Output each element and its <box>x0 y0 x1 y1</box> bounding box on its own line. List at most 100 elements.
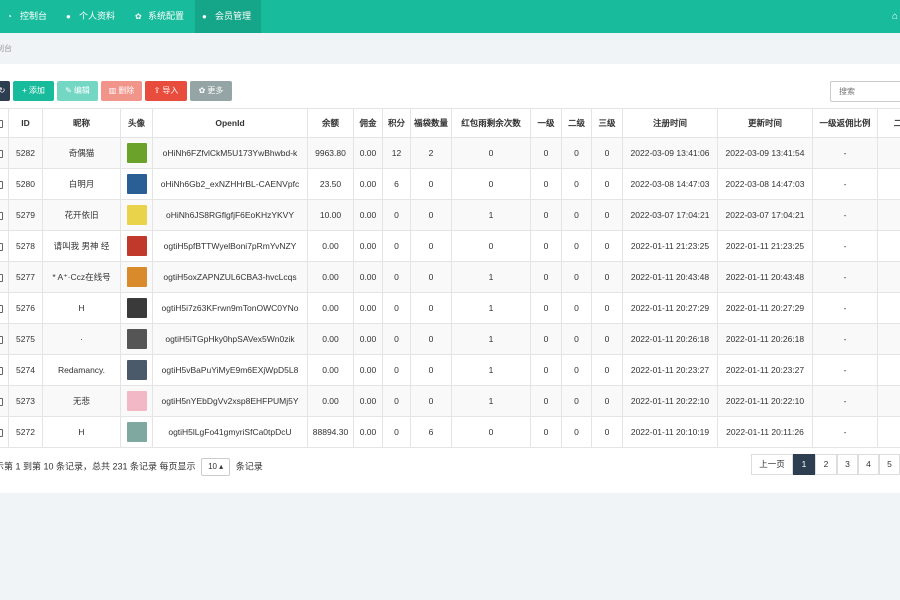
avatar-cell <box>120 261 153 293</box>
refresh-icon: ↻ <box>0 86 6 95</box>
cell-l1: 0 <box>530 385 562 417</box>
table-row[interactable]: 5282 奇偶猫 oHiNh6FZfvlCkM5U173YwBhwbd-k 9963.… <box>0 137 900 169</box>
column-header[interactable]: 更新时间 <box>717 108 813 138</box>
cell-ratio: - <box>812 137 878 169</box>
row-checkbox[interactable] <box>0 397 3 406</box>
row-checkbox[interactable] <box>0 211 3 220</box>
row-select-cell[interactable] <box>0 385 9 417</box>
tab-system-config[interactable]: ✿ 系统配置 <box>128 0 194 33</box>
home-icon[interactable]: ⌂ <box>892 0 898 33</box>
cell-id: 5277 <box>8 261 43 293</box>
column-header[interactable]: 红包雨剩余次数 <box>451 108 531 138</box>
row-select-cell[interactable] <box>0 261 9 293</box>
table-row[interactable]: 5279 花开依旧 oHiNh6JS8RGflgfjF6EoKHzYKVY 10.00… <box>0 199 900 231</box>
cell-balance: 23.50 <box>307 168 354 200</box>
row-checkbox[interactable] <box>0 273 3 282</box>
column-header[interactable]: 三级 <box>591 108 623 138</box>
cell-bags: 0 <box>410 261 452 293</box>
page-5-button[interactable]: 5 <box>879 454 900 475</box>
table-row[interactable]: 5274 Redamancy. ogtiH5vBaPuYiMyE9m6EXjWpD5… <box>0 354 900 386</box>
cell-commission: 0.00 <box>353 354 383 386</box>
tab-member-management[interactable]: ● 会员管理 <box>195 0 261 33</box>
gear-icon: ✿ <box>198 86 206 95</box>
row-select-cell[interactable] <box>0 199 9 231</box>
search-input[interactable] <box>830 81 900 102</box>
tab-profile[interactable]: ● 个人资料 <box>59 0 120 33</box>
page-1-button[interactable]: 1 <box>793 454 815 475</box>
cell-upd: 2022-01-11 20:22:10 <box>717 385 813 417</box>
cell-upd: 2022-03-08 14:47:03 <box>717 168 813 200</box>
cell-balance: 0.00 <box>307 354 354 386</box>
avatar[interactable] <box>126 422 147 442</box>
column-header[interactable]: 余额 <box>307 108 354 138</box>
avatar[interactable] <box>126 298 147 318</box>
import-button[interactable]: ⇪ 导入 <box>145 81 187 101</box>
table-row[interactable]: 5275 · ogtiH5iTGpHky0hpSAVex5Wn0zik 0.00 0.0… <box>0 323 900 355</box>
column-header[interactable]: 昵称 <box>42 108 121 138</box>
cell-id: 5282 <box>8 137 43 169</box>
table-row[interactable]: 5276 HogtiH5i7z63KFrwn9mTonOWC0YNo 0.00 0.0… <box>0 292 900 324</box>
column-header[interactable]: 注册时间 <box>622 108 718 138</box>
avatar[interactable] <box>126 391 147 411</box>
cell-upd: 2022-01-11 20:43:48 <box>717 261 813 293</box>
cell-reg: 2022-01-11 20:10:19 <box>622 416 718 448</box>
column-header[interactable]: ID <box>8 108 43 138</box>
table-row[interactable]: 5277 * A⁺·Ccz在线号 ogtiH5oxZAPNZUL6CBA3-hvcL… <box>0 261 900 293</box>
column-header[interactable]: OpenId <box>152 108 308 138</box>
delete-button[interactable]: ▥ 删除 <box>101 81 142 101</box>
row-select-cell[interactable] <box>0 416 9 448</box>
table-row[interactable]: 5278 请叫我 男神 经 ogtiH5pfBTTWyelBoni7pRmYvNZY… <box>0 230 900 262</box>
avatar[interactable] <box>126 267 147 287</box>
select-all-checkbox[interactable] <box>0 119 3 128</box>
column-header[interactable]: 一级 <box>530 108 562 138</box>
row-checkbox[interactable] <box>0 428 3 437</box>
avatar[interactable] <box>126 329 147 349</box>
tab-dashboard[interactable]: ◔ 控制台 <box>0 0 52 33</box>
refresh-button[interactable]: ↻ <box>0 81 10 101</box>
row-select-cell[interactable] <box>0 137 9 169</box>
row-checkbox[interactable] <box>0 149 3 158</box>
page-size-select[interactable]: 10 ▴ <box>201 458 231 476</box>
row-checkbox[interactable] <box>0 335 3 344</box>
cell-openid: oHiNh6JS8RGflgfjF6EoKHzYKVY <box>152 199 308 231</box>
column-header[interactable]: 佣金 <box>353 108 383 138</box>
row-checkbox[interactable] <box>0 366 3 375</box>
more-button[interactable]: ✿ 更多 <box>190 81 232 101</box>
row-select-cell[interactable] <box>0 168 9 200</box>
column-header[interactable]: 福袋数量 <box>410 108 452 138</box>
avatar[interactable] <box>126 143 147 163</box>
pagination-info: 示第 1 到第 10 条记录，总共 231 条记录 每页显示 10 ▴ 条记录 <box>0 458 263 476</box>
cell-l2: 0 <box>561 416 592 448</box>
column-header[interactable]: 一级返佣比例 <box>812 108 878 138</box>
row-select-cell[interactable] <box>0 354 9 386</box>
avatar[interactable] <box>126 205 147 225</box>
table-row[interactable]: 5280 白明月 oHiNh6Gb2_exNZHHrBL-CAENVpfc 23.50… <box>0 168 900 200</box>
column-header[interactable]: 二级 <box>561 108 592 138</box>
cell-l2: 0 <box>561 354 592 386</box>
column-header[interactable]: 头像 <box>120 108 153 138</box>
row-checkbox[interactable] <box>0 180 3 189</box>
table-row[interactable]: 5272 HogtiH5lLgFo41gmyriSfCa0tpDcU 88894.3… <box>0 416 900 448</box>
row-checkbox[interactable] <box>0 304 3 313</box>
cell-openid: ogtiH5vBaPuYiMyE9m6EXjWpD5L8 <box>152 354 308 386</box>
add-button[interactable]: + 添加 <box>13 81 54 101</box>
avatar[interactable] <box>126 174 147 194</box>
avatar[interactable] <box>126 236 147 256</box>
column-header[interactable]: 积分 <box>382 108 411 138</box>
avatar[interactable] <box>126 360 147 380</box>
select-all-cell[interactable] <box>0 108 9 138</box>
prev-page-button[interactable]: 上一页 <box>751 454 793 475</box>
edit-button[interactable]: ✎ 编辑 <box>57 81 98 101</box>
page-4-button[interactable]: 4 <box>858 454 879 475</box>
breadcrumb-item[interactable]: 制台 <box>0 43 12 54</box>
page-2-button[interactable]: 2 <box>815 454 837 475</box>
row-select-cell[interactable] <box>0 230 9 262</box>
row-select-cell[interactable] <box>0 323 9 355</box>
cell-extra <box>877 168 900 200</box>
page-3-button[interactable]: 3 <box>837 454 858 475</box>
table-row[interactable]: 5273 无悲 ogtiH5nYEbDgVv2xsp8EHFPUMj5Y 0.00 0.… <box>0 385 900 417</box>
row-select-cell[interactable] <box>0 292 9 324</box>
row-checkbox[interactable] <box>0 242 3 251</box>
cell-upd: 2022-01-11 20:26:18 <box>717 323 813 355</box>
column-header[interactable]: 二 <box>877 108 900 138</box>
